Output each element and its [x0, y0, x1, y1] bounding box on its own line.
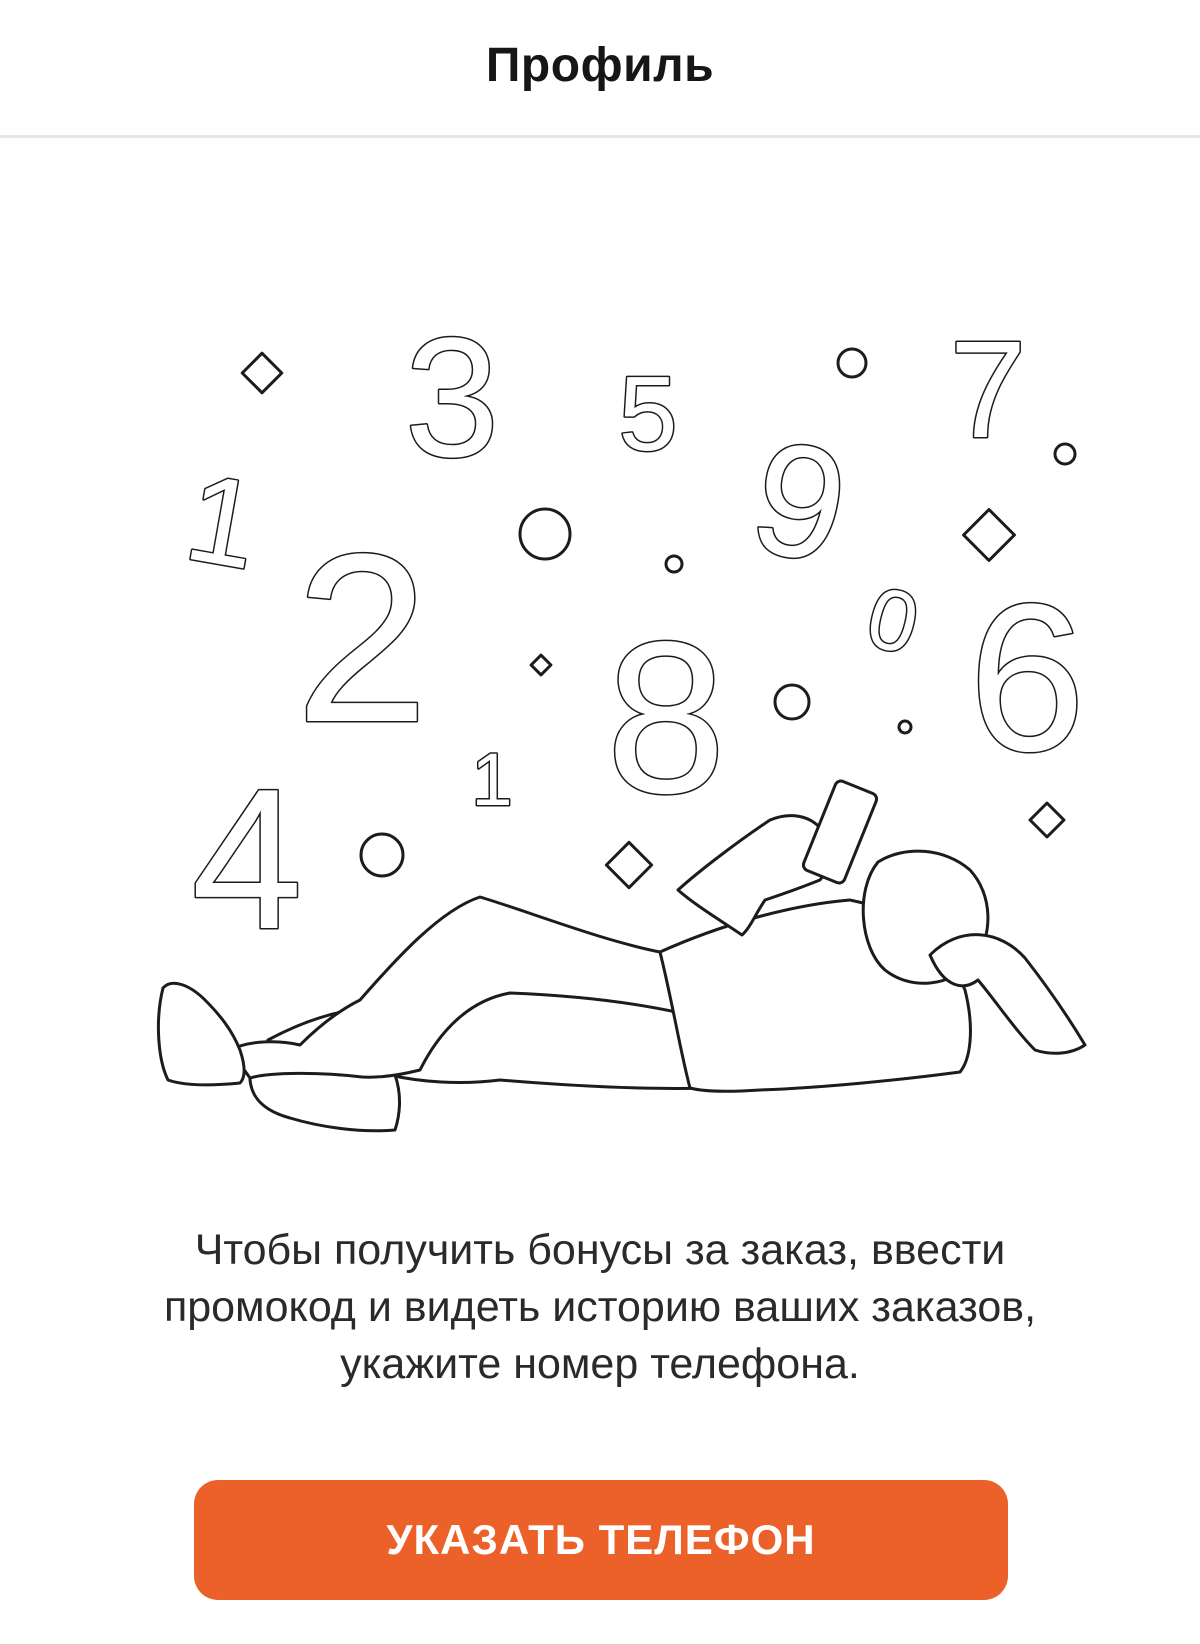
circle-shape	[1053, 442, 1077, 466]
digit-0: 0	[858, 569, 928, 674]
message-line: Чтобы получить бонусы за заказ, ввести	[194, 1226, 1006, 1274]
circle-shape	[836, 347, 868, 379]
diamond-shape	[529, 653, 553, 677]
digit-1: 1	[177, 448, 269, 596]
illustration-svg: 3 5 7 1 2 9 0 6 8 1 4	[156, 302, 1087, 1133]
add-phone-button[interactable]: УКАЗАТЬ ТЕЛЕФОН	[194, 1480, 1008, 1600]
digit-6: 6	[969, 560, 1086, 795]
diamond-shape	[604, 840, 654, 890]
message-line: укажите номер телефона.	[340, 1340, 860, 1388]
add-phone-button-label: УКАЗАТЬ ТЕЛЕФОН	[386, 1516, 816, 1563]
circle-shape	[359, 832, 405, 878]
digit-5: 5	[619, 355, 678, 473]
page-title: Профиль	[485, 39, 715, 92]
phone-prompt-message: Чтобы получить бонусы за заказ, ввести п…	[60, 1222, 1140, 1393]
digit-2: 2	[295, 504, 428, 772]
diamond-shape	[1028, 801, 1066, 839]
digit-1-small: 1	[471, 738, 512, 821]
front-shoe	[156, 981, 246, 1087]
circle-shape	[897, 719, 913, 735]
diamond-shape	[962, 508, 1016, 562]
digit-9: 9	[738, 405, 862, 599]
digit-8: 8	[606, 596, 726, 838]
circle-shape	[518, 507, 572, 561]
diamond-shape	[240, 351, 284, 395]
empty-state-illustration: 3 5 7 1 2 9 0 6 8 1 4	[0, 138, 1200, 1158]
message-line: промокод и видеть историю ваших заказов,	[163, 1283, 1037, 1331]
app-header: Профиль	[0, 0, 1200, 138]
circle-shape	[664, 554, 684, 574]
digit-7: 7	[950, 313, 1027, 467]
circle-shape	[773, 683, 811, 721]
digit-3: 3	[405, 303, 500, 493]
digit-4: 4	[191, 748, 302, 971]
